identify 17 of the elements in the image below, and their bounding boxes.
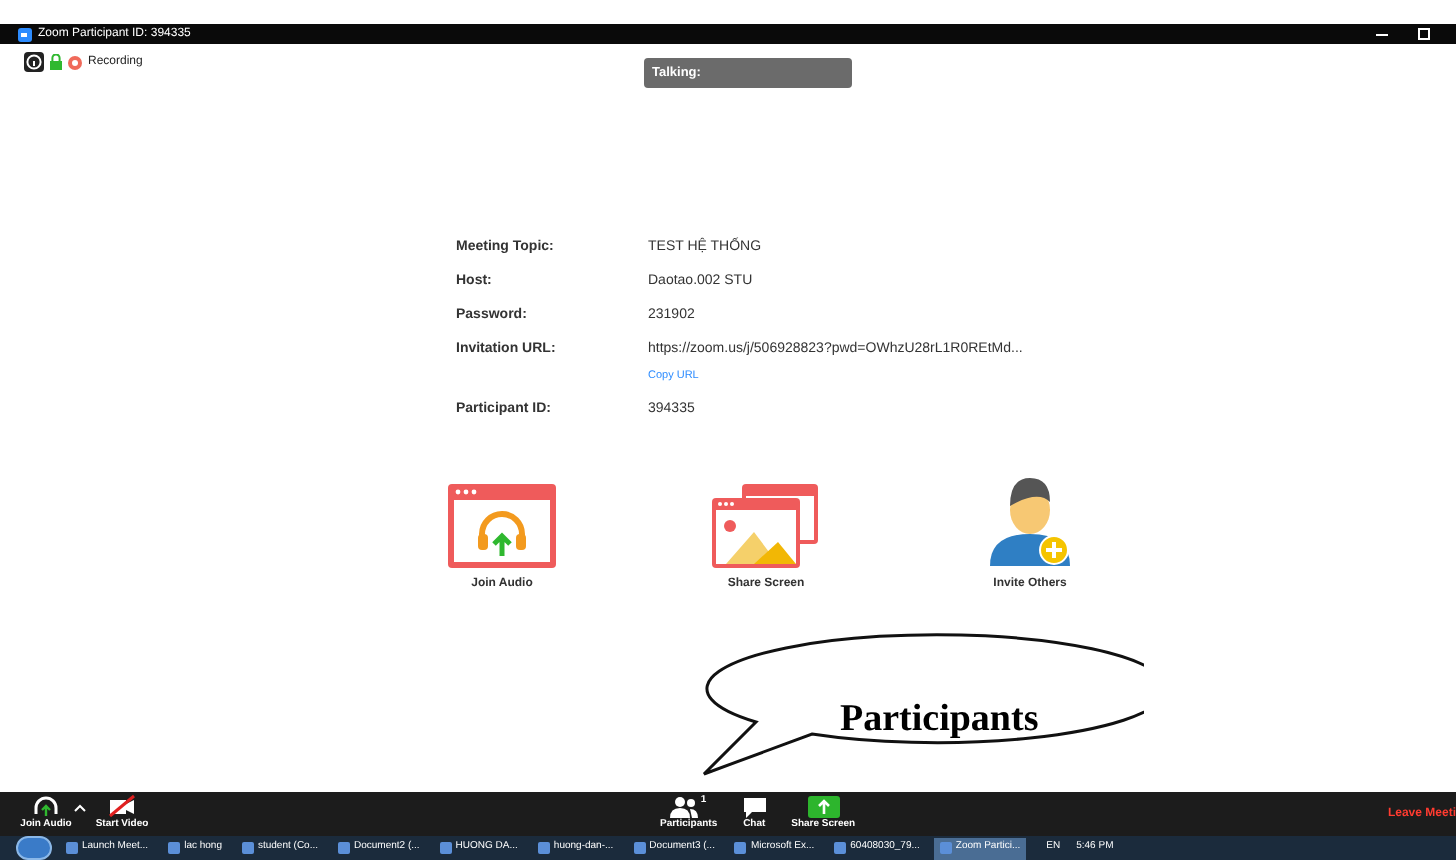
- chat-bubble-icon: [741, 795, 768, 818]
- caret-up-icon[interactable]: [74, 804, 86, 812]
- headphones-window-icon: [446, 482, 558, 570]
- picture-windows-icon: [710, 482, 822, 570]
- start-button[interactable]: [16, 836, 52, 860]
- restore-button[interactable]: [1418, 28, 1430, 40]
- app-logo-icon: [18, 27, 32, 41]
- info-icon: [26, 54, 42, 70]
- lock-icon: [50, 54, 62, 70]
- person-plus-icon: [986, 474, 1074, 570]
- headphones-icon: [32, 794, 60, 819]
- callout-text: Participants: [840, 700, 1039, 738]
- recording-dot-icon: [68, 55, 82, 69]
- people-icon: [670, 795, 699, 818]
- video-off-icon: [108, 794, 136, 819]
- info-button[interactable]: [24, 52, 44, 72]
- minimize-button[interactable]: [1376, 33, 1388, 35]
